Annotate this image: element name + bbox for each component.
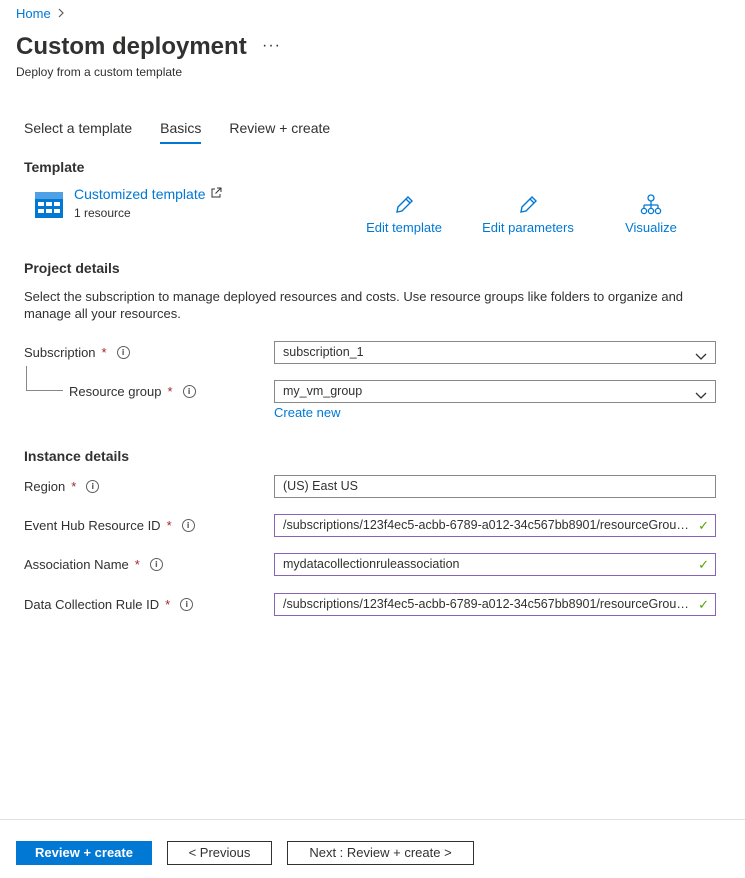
region-field[interactable]: (US) East US: [274, 475, 716, 498]
next-button[interactable]: Next : Review + create >: [287, 841, 474, 865]
chevron-down-icon: [695, 386, 707, 402]
dcr-label-text: Data Collection Rule ID: [24, 597, 160, 612]
review-create-button[interactable]: Review + create: [16, 841, 152, 865]
event-hub-value: /subscriptions/123f4ec5-acbb-6789-a012-3…: [283, 518, 716, 532]
template-table-icon: [35, 192, 63, 218]
required-marker: *: [101, 345, 107, 360]
required-marker: *: [71, 479, 77, 494]
subscription-label: Subscription * i: [24, 345, 130, 360]
subscription-label-text: Subscription: [24, 345, 96, 360]
region-value: (US) East US: [283, 479, 359, 493]
breadcrumb: Home: [16, 6, 65, 21]
association-label-text: Association Name: [24, 557, 129, 572]
info-icon[interactable]: i: [181, 519, 195, 532]
resource-group-value: my_vm_group: [283, 384, 363, 398]
template-resource-count: 1 resource: [74, 206, 131, 220]
required-marker: *: [167, 384, 173, 399]
edit-parameters-label: Edit parameters: [482, 220, 574, 235]
association-name-field[interactable]: mydatacollectionruleassociation ✓: [274, 553, 716, 576]
breadcrumb-home-link[interactable]: Home: [16, 6, 51, 21]
external-link-icon: [210, 186, 222, 202]
event-hub-label: Event Hub Resource ID * i: [24, 518, 195, 533]
dcr-value: /subscriptions/123f4ec5-acbb-6789-a012-3…: [283, 597, 716, 611]
pencil-icon: [478, 194, 578, 216]
wizard-tabs: Select a template Basics Review + create: [24, 118, 358, 144]
checkmark-icon: ✓: [698, 597, 709, 612]
more-options-icon[interactable]: ···: [262, 37, 281, 55]
checkmark-icon: ✓: [698, 518, 709, 533]
checkmark-icon: ✓: [698, 557, 709, 572]
required-marker: *: [166, 518, 172, 533]
region-label: Region * i: [24, 479, 100, 494]
chevron-right-icon: [57, 6, 65, 21]
page-subtitle: Deploy from a custom template: [16, 65, 183, 79]
tree-connector: [26, 366, 63, 391]
instance-details-heading: Instance details: [24, 448, 130, 464]
info-icon[interactable]: i: [180, 598, 194, 611]
previous-button[interactable]: < Previous: [167, 841, 272, 865]
required-marker: *: [165, 597, 171, 612]
visualize-label: Visualize: [625, 220, 677, 235]
visualize-button[interactable]: Visualize: [620, 194, 682, 235]
project-details-heading: Project details: [24, 260, 120, 276]
event-hub-label-text: Event Hub Resource ID: [24, 518, 161, 533]
association-name-label: Association Name * i: [24, 557, 163, 572]
subscription-dropdown[interactable]: subscription_1: [274, 341, 716, 364]
resource-group-label-text: Resource group: [69, 384, 162, 399]
resource-group-dropdown[interactable]: my_vm_group: [274, 380, 716, 403]
tab-review-create[interactable]: Review + create: [229, 118, 330, 144]
tab-select-template[interactable]: Select a template: [24, 118, 132, 144]
region-label-text: Region: [24, 479, 66, 494]
pencil-icon: [362, 194, 446, 216]
association-value: mydatacollectionruleassociation: [283, 557, 460, 571]
dcr-id-label: Data Collection Rule ID * i: [24, 597, 194, 612]
info-icon[interactable]: i: [86, 480, 100, 493]
info-icon[interactable]: i: [149, 558, 163, 571]
info-icon[interactable]: i: [182, 385, 196, 398]
edit-template-label: Edit template: [366, 220, 442, 235]
edit-template-button[interactable]: Edit template: [362, 194, 446, 235]
data-collection-rule-id-field[interactable]: /subscriptions/123f4ec5-acbb-6789-a012-3…: [274, 593, 716, 616]
create-new-link[interactable]: Create new: [274, 405, 340, 420]
template-name[interactable]: Customized template: [74, 186, 206, 202]
event-hub-resource-id-field[interactable]: /subscriptions/123f4ec5-acbb-6789-a012-3…: [274, 514, 716, 537]
edit-parameters-button[interactable]: Edit parameters: [478, 194, 578, 235]
info-icon[interactable]: i: [116, 346, 130, 359]
subscription-value: subscription_1: [283, 345, 364, 359]
page-title: Custom deployment: [16, 33, 247, 60]
chevron-down-icon: [695, 347, 707, 363]
project-details-description: Select the subscription to manage deploy…: [24, 289, 684, 321]
footer-divider: [0, 819, 745, 820]
hierarchy-icon: [620, 194, 682, 216]
resource-group-label: Resource group * i: [69, 384, 196, 399]
customized-template-link[interactable]: Customized template: [74, 186, 222, 202]
required-marker: *: [134, 557, 140, 572]
template-heading: Template: [24, 159, 85, 175]
tab-basics[interactable]: Basics: [160, 118, 202, 144]
